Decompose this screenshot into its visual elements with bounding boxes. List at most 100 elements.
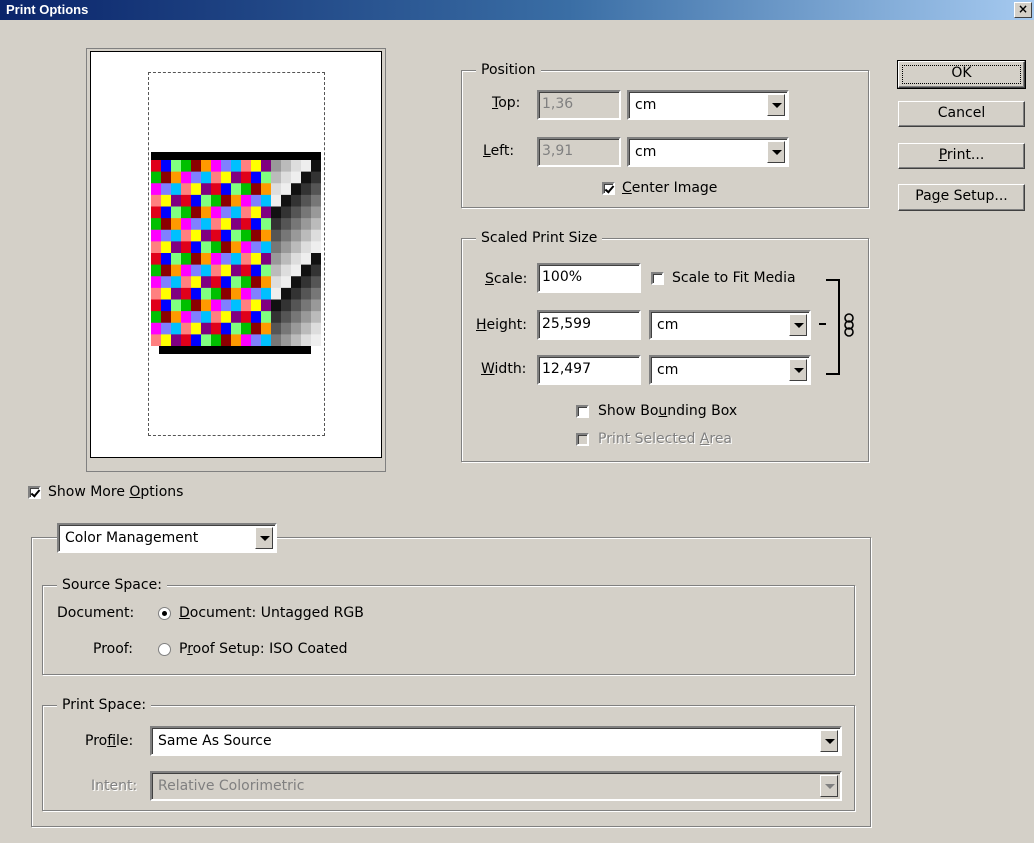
- color-patch: [161, 264, 172, 277]
- color-patch: [251, 241, 262, 254]
- color-patch: [301, 206, 312, 219]
- color-patch: [181, 299, 192, 312]
- color-patch: [161, 299, 172, 312]
- color-patch: [311, 253, 321, 266]
- color-patch: [171, 160, 182, 173]
- color-patch: [201, 206, 212, 219]
- color-patch: [301, 241, 312, 254]
- color-patch: [171, 299, 182, 312]
- scale-to-fit-checkbox[interactable]: [651, 272, 664, 285]
- color-patch: [161, 160, 172, 173]
- chevron-down-icon[interactable]: [767, 94, 785, 116]
- color-patch: [181, 183, 192, 196]
- color-patch: [231, 160, 242, 173]
- color-patch: [271, 299, 282, 312]
- color-patch: [171, 183, 182, 196]
- color-patch: [271, 171, 282, 184]
- color-patch: [201, 171, 212, 184]
- color-patch: [201, 229, 212, 242]
- color-patch: [161, 206, 172, 219]
- color-patch: [261, 253, 272, 266]
- color-patch: [311, 264, 321, 277]
- document-label: Document:: [57, 605, 135, 621]
- show-more-options-checkbox[interactable]: [28, 486, 41, 499]
- color-patch: [181, 206, 192, 219]
- color-patch: [241, 194, 252, 207]
- color-patch: [311, 183, 321, 196]
- document-radio[interactable]: [158, 607, 171, 620]
- page-setup-button[interactable]: Page Setup...: [898, 184, 1025, 211]
- color-patch: [271, 229, 282, 242]
- color-patch: [171, 194, 182, 207]
- color-patch: [301, 311, 312, 324]
- color-patch: [291, 229, 302, 242]
- color-patch: [191, 311, 202, 324]
- color-patch: [271, 183, 282, 196]
- scale-input[interactable]: 100%: [537, 263, 641, 293]
- chevron-down-icon[interactable]: [767, 141, 785, 163]
- title-bar: Print Options ×: [0, 0, 1034, 20]
- color-patch: [151, 322, 162, 335]
- color-patch: [151, 206, 162, 219]
- top-unit-select[interactable]: cm: [627, 90, 789, 120]
- color-patch: [251, 229, 262, 242]
- proof-setup-radio[interactable]: [158, 643, 171, 656]
- color-patch: [251, 299, 262, 312]
- width-unit-select[interactable]: cm: [649, 355, 811, 385]
- left-unit-select[interactable]: cm: [627, 137, 789, 167]
- document-radio-label: Document: Untagged RGB: [179, 605, 364, 621]
- options-type-select[interactable]: Color Management: [57, 523, 277, 553]
- scale-to-fit-label: Scale to Fit Media: [672, 270, 796, 286]
- color-patch: [281, 276, 292, 289]
- preview-paper: [90, 51, 382, 458]
- chevron-down-icon[interactable]: [789, 314, 807, 336]
- chevron-down-icon: [820, 775, 838, 797]
- color-patch: [181, 253, 192, 266]
- print-button[interactable]: Print...: [898, 143, 1025, 169]
- color-patch: [281, 206, 292, 219]
- color-patch: [211, 241, 222, 254]
- color-patch: [261, 229, 272, 242]
- color-patch: [201, 264, 212, 277]
- color-patch: [261, 206, 272, 219]
- color-patch: [241, 183, 252, 196]
- color-patch: [241, 253, 252, 266]
- show-bounding-box-checkbox[interactable]: [576, 405, 589, 418]
- color-patch: [171, 311, 182, 324]
- width-label: Width:: [481, 361, 527, 377]
- color-patch: [171, 218, 182, 231]
- color-patch: [291, 311, 302, 324]
- color-patch: [161, 322, 172, 335]
- color-patch: [221, 183, 232, 196]
- height-unit-select[interactable]: cm: [649, 310, 811, 340]
- color-patch: [181, 276, 192, 289]
- color-patch: [261, 322, 272, 335]
- color-patch: [241, 160, 252, 173]
- height-input[interactable]: 25,599: [537, 310, 641, 340]
- chevron-down-icon[interactable]: [820, 730, 838, 752]
- color-patch: [201, 322, 212, 335]
- color-patch: [301, 299, 312, 312]
- profile-select[interactable]: Same As Source: [150, 726, 842, 756]
- color-patch: [191, 287, 202, 300]
- proportion-bracket: [826, 279, 840, 375]
- color-patch: [211, 276, 222, 289]
- color-patch: [161, 311, 172, 324]
- color-patch: [241, 311, 252, 324]
- color-patch: [291, 253, 302, 266]
- cancel-button[interactable]: Cancel: [898, 101, 1025, 127]
- color-patch: [281, 264, 292, 277]
- color-patch: [231, 183, 242, 196]
- center-image-checkbox[interactable]: [602, 182, 615, 195]
- color-patch: [161, 229, 172, 242]
- chevron-down-icon[interactable]: [789, 359, 807, 381]
- ok-button[interactable]: OK: [897, 60, 1026, 89]
- color-patch: [281, 253, 292, 266]
- color-patch: [311, 171, 321, 184]
- chain-link-icon[interactable]: [843, 312, 855, 338]
- scaled-print-size-group: Scaled Print Size Scale: 100% Scale to F…: [461, 230, 869, 462]
- chevron-down-icon[interactable]: [255, 527, 273, 549]
- color-patch: [201, 311, 212, 324]
- close-button[interactable]: ×: [1014, 2, 1032, 18]
- width-input[interactable]: 12,497: [537, 355, 641, 385]
